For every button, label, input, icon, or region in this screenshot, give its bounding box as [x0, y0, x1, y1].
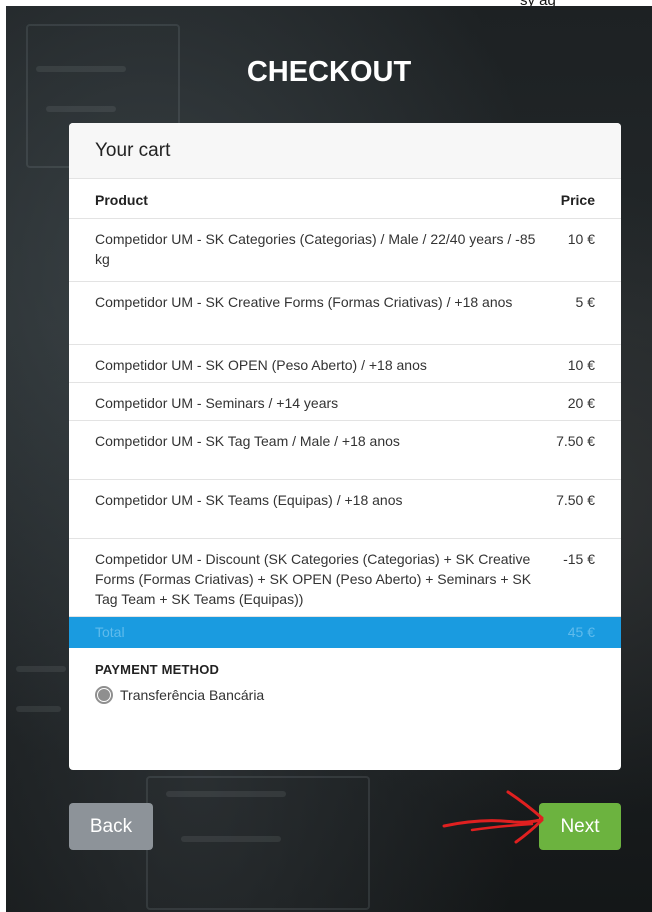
- table-row: Competidor UM - SK Teams (Equipas) / +18…: [69, 480, 621, 539]
- total-value: 45 €: [567, 624, 595, 640]
- table-row: Competidor UM - SK Creative Forms (Forma…: [69, 282, 621, 345]
- cart-total-row: Total 45 €: [69, 617, 621, 648]
- product-name: Competidor UM - SK Creative Forms (Forma…: [95, 294, 513, 310]
- background-mark: [166, 791, 286, 797]
- product-name: Competidor UM - SK Categories (Categoria…: [95, 231, 536, 267]
- column-price: Price: [560, 192, 595, 208]
- payment-method-title: PAYMENT METHOD: [95, 662, 220, 677]
- back-button[interactable]: Back: [69, 803, 153, 850]
- annotation-arrow-icon: [442, 790, 544, 844]
- product-name: Competidor UM - Seminars / +14 years: [95, 395, 339, 411]
- cart-header: Your cart: [69, 123, 621, 179]
- payment-option-bank-transfer[interactable]: Transferência Bancária: [95, 686, 595, 704]
- background-mark: [46, 106, 116, 112]
- table-row: Competidor UM - Seminars / +14 years 20 …: [69, 383, 621, 421]
- total-label: Total: [95, 624, 125, 640]
- product-price: -15 €: [563, 551, 595, 567]
- table-row: Competidor UM - SK Tag Team / Male / +18…: [69, 421, 621, 480]
- product-name: Competidor UM - SK OPEN (Peso Aberto) / …: [95, 357, 427, 373]
- table-row: Competidor UM - SK OPEN (Peso Aberto) / …: [69, 345, 621, 383]
- product-price: 7.50 €: [556, 492, 595, 508]
- background-mark: [16, 706, 61, 712]
- cart-table-header: Product Price: [69, 179, 621, 219]
- product-price: 20 €: [567, 395, 595, 411]
- radio-selected-dot-icon: [98, 689, 110, 701]
- background-mark: [16, 666, 66, 672]
- product-price: 10 €: [567, 231, 595, 247]
- screenshot-stage: sy ag CHECKOUT Your cart Product Price C…: [0, 0, 652, 912]
- product-price: 5 €: [575, 294, 595, 310]
- table-row: Competidor UM - SK Categories (Categoria…: [69, 219, 621, 282]
- page-title: CHECKOUT: [246, 56, 412, 88]
- product-name: Competidor UM - SK Teams (Equipas) / +18…: [95, 492, 403, 508]
- product-name: Competidor UM - Discount (SK Categories …: [95, 551, 532, 607]
- cart-card: Your cart Product Price Competidor UM - …: [69, 123, 621, 770]
- product-price: 10 €: [567, 357, 595, 373]
- background-mark: [181, 836, 281, 842]
- payment-section: PAYMENT METHOD Transferência Bancária: [69, 648, 621, 704]
- column-product: Product: [95, 192, 148, 208]
- product-name: Competidor UM - SK Tag Team / Male / +18…: [95, 433, 400, 449]
- payment-option-label: Transferência Bancária: [120, 687, 265, 703]
- product-price: 7.50 €: [556, 433, 595, 449]
- radio-button[interactable]: [95, 686, 113, 704]
- table-row: Competidor UM - Discount (SK Categories …: [69, 539, 621, 617]
